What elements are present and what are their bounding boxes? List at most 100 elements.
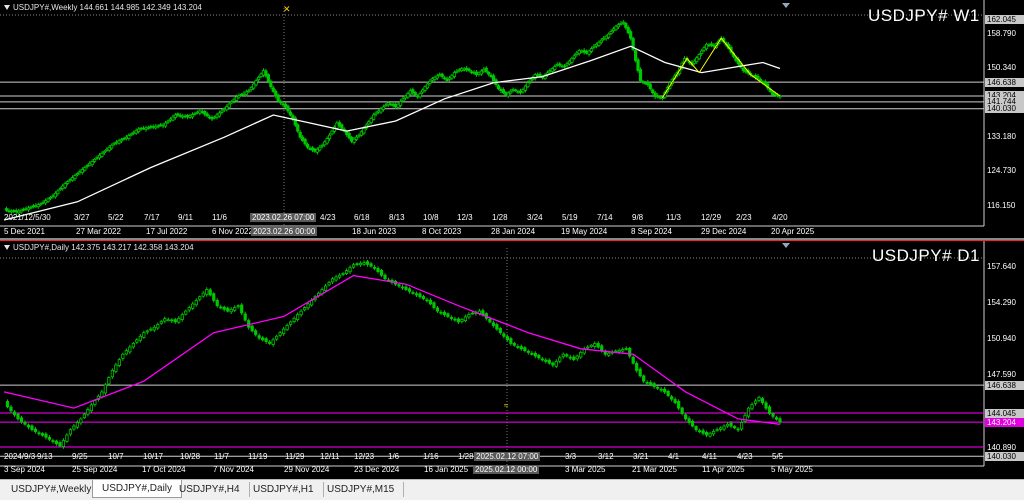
candle-body — [470, 312, 474, 315]
candle-body — [379, 108, 383, 113]
candle-body — [184, 310, 188, 315]
candle-body — [472, 71, 476, 74]
candle-body — [397, 284, 401, 287]
time-label: 27 Mar 2022 — [76, 227, 121, 236]
candle-body — [600, 345, 604, 352]
candle-body — [9, 210, 13, 213]
candle-body — [54, 440, 59, 445]
candle-body — [198, 110, 202, 114]
candle-body — [428, 299, 433, 305]
candle-body — [337, 274, 342, 278]
time-label: 29 Nov 2024 — [284, 465, 330, 474]
candle-body — [292, 317, 296, 322]
candle-body — [171, 116, 175, 121]
candle-body — [383, 274, 387, 280]
candle-body — [156, 125, 160, 128]
candle-body — [656, 386, 660, 389]
candle-body — [271, 339, 275, 345]
chart-tab-h1[interactable]: USDJPY#,H1 — [244, 482, 324, 497]
candle-body — [134, 130, 138, 134]
time-label: 25 Sep 2024 — [72, 465, 118, 474]
chart-tab-bar: USDJPY#,Weekly USDJPY#,Daily USDJPY#,H4 USD… — [0, 479, 1024, 500]
candle-body — [163, 318, 167, 322]
candle-body — [771, 91, 775, 96]
scroll-marker-icon[interactable] — [782, 243, 790, 248]
time-mini-label: 4/20 — [772, 213, 788, 222]
candle-body — [711, 431, 716, 435]
time-label: 17 Jul 2022 — [146, 227, 188, 236]
candle-body — [609, 31, 613, 34]
time-label: 5 May 2025 — [771, 465, 813, 474]
candle-body — [149, 125, 153, 128]
candle-body — [351, 264, 356, 268]
price-label: 133.180 — [987, 131, 1016, 141]
candle-body — [635, 363, 639, 371]
time-label: 2023.02.26 00:00 — [251, 227, 318, 236]
candle-body — [124, 350, 128, 355]
candle-body — [269, 80, 273, 88]
candle-body — [310, 147, 315, 151]
candle-body — [653, 92, 657, 98]
candle-body — [369, 117, 373, 123]
candle-body — [303, 138, 307, 145]
candle-body — [750, 404, 754, 410]
candle-body — [334, 276, 338, 281]
candle-body — [624, 348, 628, 350]
candle-body — [222, 108, 226, 111]
candle-body — [586, 346, 590, 349]
candle-body — [487, 71, 491, 75]
collapse-triangle-icon[interactable] — [4, 245, 10, 251]
candle-body — [183, 115, 187, 118]
candle-body — [425, 83, 430, 89]
candle-body — [122, 137, 126, 140]
candle-body — [344, 270, 349, 274]
candle-body — [572, 55, 576, 59]
collapse-triangle-icon[interactable] — [4, 5, 10, 11]
candle-body — [110, 369, 114, 378]
candle-body — [313, 148, 317, 152]
candle-body — [88, 163, 92, 166]
price-label: 150.340 — [987, 62, 1016, 72]
candle-body — [460, 68, 464, 71]
candle-body — [301, 136, 305, 141]
candle-body — [715, 429, 719, 432]
candle-body — [44, 200, 48, 204]
candle-body — [330, 278, 335, 283]
candle-body — [649, 382, 653, 386]
candle-body — [154, 125, 158, 129]
candle-body — [488, 318, 492, 323]
candle-body — [457, 69, 461, 72]
candle-body — [68, 179, 72, 181]
candle-body — [286, 105, 290, 112]
chart-tab-weekly[interactable]: USDJPY#,Weekly — [2, 482, 102, 497]
scroll-marker-icon[interactable] — [782, 3, 790, 8]
chart-tab-daily[interactable]: USDJPY#,Daily — [92, 480, 183, 498]
candle-body — [414, 293, 419, 296]
candle-body — [198, 296, 202, 300]
candle-body — [357, 134, 361, 137]
candle-body — [230, 101, 234, 104]
candle-body — [432, 302, 436, 308]
candle-body — [449, 317, 454, 319]
candle-body — [420, 89, 425, 93]
candle-body — [266, 74, 270, 82]
candle-body — [744, 70, 748, 73]
daily-chart-pane[interactable]: ≈ USDJPY#,Daily 142.375 143.217 142.358 … — [0, 240, 1024, 478]
chart-tab-m15[interactable]: USDJPY#,M15 — [318, 482, 405, 497]
candle-body — [191, 303, 195, 309]
candle-body — [580, 50, 584, 53]
candle-body — [129, 133, 133, 136]
candle-body — [34, 205, 38, 207]
daily-timeframe-label: USDJPY# D1 — [872, 246, 980, 265]
chart-tab-h4[interactable]: USDJPY#,H4 — [170, 482, 250, 497]
candle-body — [666, 390, 670, 396]
candle-body — [121, 353, 125, 359]
candle-body — [624, 22, 628, 28]
candle-body — [712, 44, 716, 47]
candle-body — [203, 110, 207, 115]
candle-body — [219, 306, 223, 309]
candle-body — [673, 399, 677, 404]
price-label: 146.638 — [985, 77, 1024, 87]
candle-body — [212, 293, 216, 301]
weekly-chart-pane[interactable]: ✕ USDJPY#,Weekly 144.661 144.985 142.349… — [0, 0, 1024, 238]
